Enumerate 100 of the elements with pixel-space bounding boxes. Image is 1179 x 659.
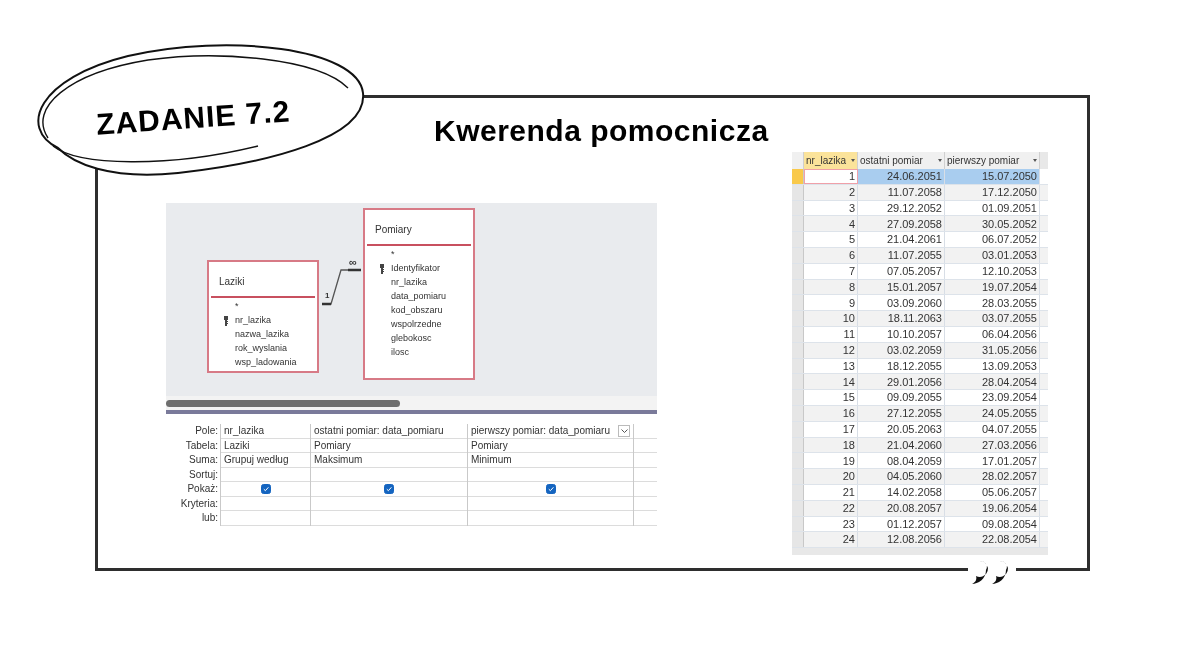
table-cell: 15 bbox=[804, 390, 858, 405]
record-selector[interactable] bbox=[792, 295, 804, 311]
table-cell: 10 bbox=[804, 311, 858, 326]
table-cell: 15.01.2057 bbox=[858, 279, 945, 295]
table-cell: 05.06.2057 bbox=[945, 484, 1040, 500]
table-cell: 3 bbox=[804, 200, 858, 216]
table-cell: 2 bbox=[804, 184, 858, 200]
row-label: Suma: bbox=[189, 453, 218, 467]
table-title: Laziki bbox=[219, 276, 245, 287]
grid-cell[interactable]: Grupuj według bbox=[224, 452, 289, 468]
table-box[interactable]: Pomiary * Identyfikator nr_lazika data_pomiaru kod_obszaru wspolrzedne glebokosc ilosc bbox=[363, 208, 475, 380]
table-cell: 04.05.2060 bbox=[858, 469, 945, 484]
table-cell: 01.12.2057 bbox=[858, 516, 945, 532]
table-cell: 23.09.2054 bbox=[945, 390, 1040, 405]
table-cell: 16 bbox=[804, 405, 858, 421]
table-cell: 28.03.2055 bbox=[945, 295, 1040, 311]
grid-cell[interactable]: Maksimum bbox=[314, 452, 363, 468]
table-cell: 19.06.2054 bbox=[945, 500, 1040, 516]
grid-cell[interactable]: Laziki bbox=[224, 437, 250, 453]
table-cell: 24 bbox=[804, 532, 858, 548]
table-cell: 15.07.2050 bbox=[945, 169, 1040, 184]
table-cell: 10.10.2057 bbox=[858, 326, 945, 342]
record-selector[interactable] bbox=[792, 374, 804, 390]
table-cell: 21 bbox=[804, 484, 858, 500]
table-cell: 5 bbox=[804, 232, 858, 247]
table-cell: 20.05.2063 bbox=[858, 421, 945, 437]
key-icon bbox=[379, 264, 385, 274]
row-label: Pole: bbox=[195, 424, 218, 438]
table-cell: 04.07.2055 bbox=[945, 421, 1040, 437]
checkbox[interactable] bbox=[384, 483, 394, 494]
row-label: Sortuj: bbox=[189, 467, 218, 482]
row-label: Kryteria: bbox=[180, 496, 218, 511]
record-selector[interactable] bbox=[792, 232, 804, 247]
field-name[interactable]: * bbox=[235, 300, 239, 314]
table-cell: 20 bbox=[804, 469, 858, 484]
table-cell: 29.01.2056 bbox=[858, 374, 945, 390]
table-cell: 31.05.2056 bbox=[945, 342, 1040, 358]
table-box[interactable]: Laziki * nr_lazika nazwa_lazika rok_wyslania wsp_ladowania bbox=[207, 260, 319, 373]
table-cell: 24.05.2055 bbox=[945, 405, 1040, 421]
grid-cell[interactable]: Minimum bbox=[471, 452, 512, 468]
table-cell: 11.07.2058 bbox=[858, 184, 945, 200]
table-cell: 20.08.2057 bbox=[858, 500, 945, 516]
table-cell: 12 bbox=[804, 342, 858, 358]
slide-heading: Kwerenda pomocnicza bbox=[434, 113, 770, 149]
sort-arrow-icon bbox=[851, 159, 855, 162]
grid-cell[interactable]: Pomiary bbox=[471, 437, 508, 453]
field-name[interactable]: glebokosc bbox=[391, 332, 432, 346]
table-cell: 8 bbox=[804, 279, 858, 295]
record-selector[interactable] bbox=[792, 453, 804, 469]
one-label: 1 bbox=[325, 292, 330, 300]
table-cell: 19.07.2054 bbox=[945, 279, 1040, 295]
key-icon bbox=[223, 316, 229, 326]
record-selector[interactable] bbox=[792, 169, 804, 184]
record-selector[interactable] bbox=[792, 216, 804, 232]
field-name[interactable]: data_pomiaru bbox=[391, 290, 447, 304]
grid-cell[interactable]: ostatni pomiar: data_pomiaru bbox=[314, 423, 444, 439]
field-name[interactable]: rok_wyslania bbox=[235, 342, 288, 356]
grid-cell[interactable]: pierwszy pomiar: data_pomiaru bbox=[471, 423, 610, 439]
table-cell: 14 bbox=[804, 374, 858, 390]
record-selector[interactable] bbox=[792, 532, 804, 548]
field-name[interactable]: wsp_ladowania bbox=[235, 356, 297, 370]
field-name[interactable]: wspolrzedne bbox=[391, 318, 442, 332]
table-cell: 29.12.2052 bbox=[858, 200, 945, 216]
column-header[interactable]: ostatni pomiar bbox=[858, 152, 945, 169]
checkbox[interactable] bbox=[260, 483, 271, 494]
table-cell: 03.02.2059 bbox=[858, 342, 945, 358]
table-cell: 12.10.2053 bbox=[945, 263, 1040, 279]
checkbox[interactable] bbox=[545, 483, 556, 494]
table-cell: 21.04.2060 bbox=[858, 437, 945, 453]
field-name[interactable]: Identyfikator bbox=[391, 262, 441, 276]
field-name[interactable]: kod_obszaru bbox=[391, 304, 443, 318]
grid-cell[interactable]: Pomiary bbox=[314, 437, 351, 453]
table-cell: 7 bbox=[804, 263, 858, 279]
table-cell: 28.02.2057 bbox=[945, 469, 1040, 484]
column-header[interactable]: pierwszy pomiar bbox=[945, 152, 1040, 169]
field-name[interactable]: nazwa_lazika bbox=[235, 328, 290, 342]
record-selector[interactable] bbox=[792, 390, 804, 405]
column-header[interactable]: nr_lazika bbox=[804, 152, 858, 169]
row-label: Pokaż: bbox=[187, 482, 218, 496]
table-cell: 08.04.2059 bbox=[858, 453, 945, 469]
field-name[interactable]: * bbox=[391, 248, 395, 262]
table-cell: 22.08.2054 bbox=[945, 532, 1040, 548]
field-name[interactable]: ilosc bbox=[391, 346, 409, 360]
table-cell: 19 bbox=[804, 453, 858, 469]
table-cell: 01.09.2051 bbox=[945, 200, 1040, 216]
record-selector[interactable] bbox=[792, 469, 804, 484]
record-selector[interactable] bbox=[792, 311, 804, 326]
select-all-corner[interactable] bbox=[792, 152, 804, 169]
table-cell: 1 bbox=[804, 169, 858, 184]
table-cell: 11 bbox=[804, 326, 858, 342]
field-name[interactable]: nr_lazika bbox=[235, 314, 272, 328]
table-cell: 30.05.2052 bbox=[945, 216, 1040, 232]
dropdown-button[interactable] bbox=[618, 424, 630, 437]
field-name[interactable]: nr_lazika bbox=[391, 276, 428, 290]
task-title: ZADANIE 7.2 bbox=[94, 92, 292, 143]
sort-arrow-icon bbox=[938, 159, 942, 162]
table-cell: 06.07.2052 bbox=[945, 232, 1040, 247]
table-cell: 4 bbox=[804, 216, 858, 232]
grid-cell[interactable]: nr_lazika bbox=[224, 423, 265, 439]
scrollbar-thumb[interactable] bbox=[166, 399, 400, 407]
